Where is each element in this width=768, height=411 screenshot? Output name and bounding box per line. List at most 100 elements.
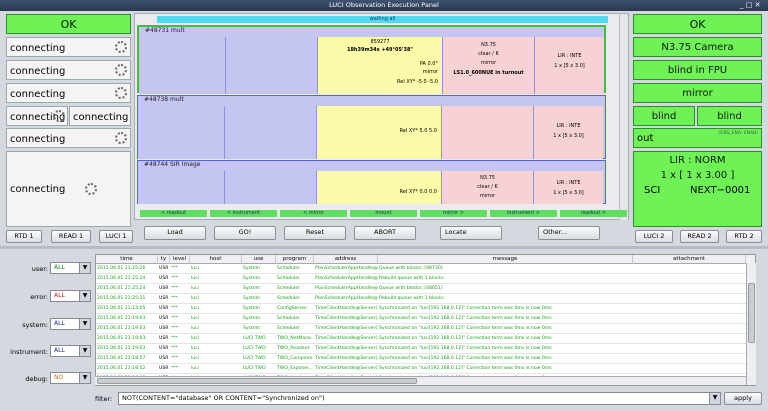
log-row[interactable]: 2015.06.01 21:18:57 USR *** luci LUCI TWO TWO… [96,354,755,364]
row-program: Scheduler [277,286,300,291]
row-use: LUCI TWO [243,366,266,371]
row-type: USR [159,276,169,281]
locate-button[interactable]: Locate [440,226,502,240]
row-message: Queue with blocks: [48651] [379,286,443,291]
row-level: *** [171,326,178,331]
log-row[interactable]: 2015.06.01 21:19:03 USR *** luci System Sched… [96,324,755,334]
row-message: Synchronized on "luci[192.168.0.12]" Cor… [379,316,552,321]
log-table-header: time ty level host use program address m… [96,255,755,264]
rtd2-button[interactable]: RTD 2 [726,230,762,243]
luci2-button[interactable]: LUCI 2 [635,230,673,243]
debug-filter-select[interactable]: NO ▼ [50,372,91,384]
row-level: *** [171,316,178,321]
nav-mirror-prev[interactable]: < mirror [280,210,347,217]
log-row[interactable]: 2015.06.01 21:25:24 USR *** luci System Sched… [96,274,755,284]
row-type: USR [159,306,169,311]
other-button[interactable]: Other... [538,226,600,240]
queue-scrollbar[interactable] [619,14,628,220]
title-bar: LUCI Observation Execution Panel _ □ ✕ [0,0,768,11]
row-host: luci [191,346,199,351]
load-button[interactable]: Load [144,226,206,240]
row-host: luci [191,276,199,281]
filter-input[interactable]: NOT(CONTENT="database" OR CONTENT="Synch… [118,392,718,405]
log-vertical-scrollbar[interactable] [746,263,756,385]
col-program[interactable]: program [276,255,314,264]
col-address[interactable]: address [314,255,378,264]
connection-5: connecting [69,106,131,126]
nav-mirror-next[interactable]: mirror > [420,210,487,217]
row-address: PlanSchedulerAppHandle@p... [315,266,378,271]
log-row[interactable]: 2015.06.01 21:18:52 USR *** luci LUCI TWO TWO… [96,364,755,374]
nav-instrument-next[interactable]: instrument > [490,210,557,217]
filter-history-dropdown[interactable]: ▼ [709,392,721,405]
abort-button[interactable]: ABORT [354,226,416,240]
row-address: PlanSchedulerAppHandle@p... [315,276,378,281]
col-level[interactable]: level [170,255,190,264]
rtd1-button[interactable]: RTD 1 [6,230,42,243]
connection-4: connecting [6,106,68,126]
log-row[interactable]: 2015.06.01 21:23:05 USR *** luci System Confi… [96,304,755,314]
apply-button[interactable]: apply [724,392,762,405]
go-button[interactable]: GO! [214,226,276,240]
obs-block-48744[interactable]: #48744 SIR Image Rel XY* 0.0 0.0 N3.75 c… [137,160,606,204]
row-type: USR [159,296,169,301]
connection-1: connecting [6,37,131,57]
waiting-banner: waiting all [157,16,608,23]
row-type: USR [159,336,169,341]
col-time[interactable]: time [96,255,158,264]
nav-instrument-prev[interactable]: < instrument [210,210,277,217]
row-message: Queue with blocks: [48730] [379,266,443,271]
row-use: System [243,306,261,311]
row-program: TWO_NetMana... [277,336,314,341]
obs-block-48731[interactable]: #48731 mult 859277 18h39m34s +49°05'38" … [137,25,606,94]
log-row[interactable]: 2015.06.01 21:19:03 USR *** luci LUCI TWO TWO… [96,344,755,354]
read1-button[interactable]: READ 1 [51,230,91,243]
row-use: System [243,326,261,331]
scroll-thumb[interactable] [748,283,755,343]
nav-readout-prev[interactable]: < readout [140,210,207,217]
split-divider[interactable] [0,246,768,249]
row-program: Scheduler [277,296,300,301]
col-type[interactable]: ty [158,255,170,264]
log-row[interactable]: 2015.06.01 21:25:26 USR *** luci System Sched… [96,264,755,274]
col-use[interactable]: use [242,255,276,264]
error-filter-select[interactable]: ALL ▼ [50,290,91,302]
log-horizontal-scrollbar[interactable] [95,376,746,385]
luci1-button[interactable]: LUCI 1 [99,230,133,243]
row-host: luci [191,326,199,331]
log-row[interactable]: 2015.06.01 21:25:24 USR *** luci System Sched… [96,284,755,294]
row-program: Scheduler [277,276,300,281]
log-table[interactable]: time ty level host use program address m… [95,254,756,386]
log-row[interactable]: 2015.06.01 21:19:03 USR *** luci LUCI TWO TWO… [96,334,755,344]
reset-button[interactable]: Reset [284,226,346,240]
row-host: luci [191,316,199,321]
instrument-filter-select[interactable]: ALL ▼ [50,345,91,357]
log-row[interactable]: 2015.06.01 21:19:03 USR *** luci System Sched… [96,314,755,324]
chevron-down-icon: ▼ [79,263,90,273]
col-message[interactable]: message [378,255,633,264]
block-cell [224,171,316,204]
col-host[interactable]: host [190,255,242,264]
camera-status: N3.75 Camera [633,37,762,57]
row-address: TimeClientHandle@Server(2513) [315,316,378,321]
system-filter-select[interactable]: ALL ▼ [50,318,91,330]
row-attachment [633,334,746,344]
scroll-thumb[interactable] [97,378,417,384]
obs-block-48738[interactable]: #48738 mult Rel XY* 5.0 5.0 LIR : INTE 1… [137,95,606,159]
out-status: out (OBS_ENA: ENAB) [633,128,762,148]
read2-button[interactable]: READ 2 [680,230,719,243]
row-type: USR [159,316,169,321]
connection-3: connecting [6,83,131,103]
row-type: USR [159,266,169,271]
nav-mount[interactable]: mount [350,210,417,217]
window-controls[interactable]: _ □ ✕ [740,0,760,11]
col-attachment[interactable]: attachment [633,255,746,264]
row-level: *** [171,306,178,311]
row-level: *** [171,356,178,361]
spinner-icon [53,110,65,122]
error-filter-label: error: [30,293,48,301]
nav-readout-next[interactable]: readout > [560,210,627,217]
user-filter-select[interactable]: ALL ▼ [50,262,91,274]
log-row[interactable]: 2015.06.01 21:25:21 USR *** luci System Sched… [96,294,755,304]
row-program: TWO_Exposer... [277,366,313,371]
